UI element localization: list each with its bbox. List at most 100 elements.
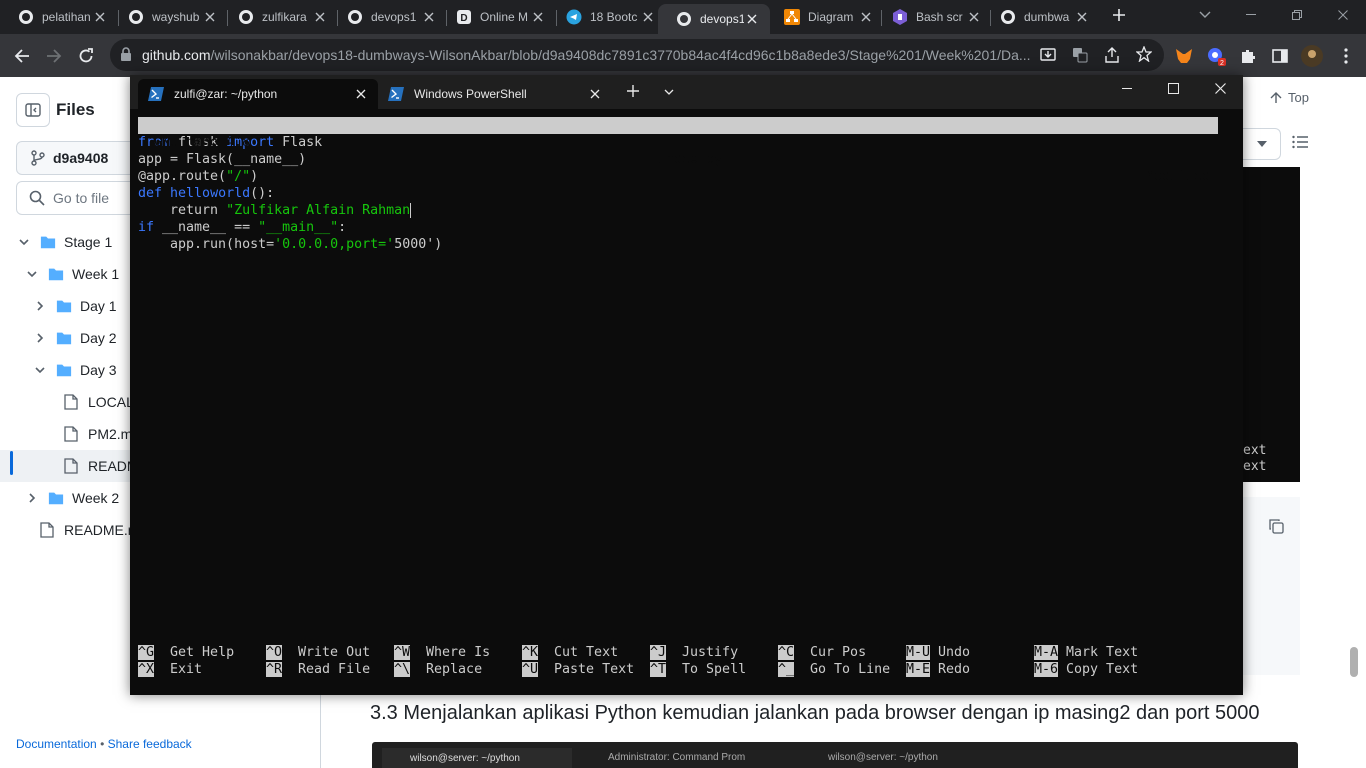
chrome-menu-button[interactable]	[1334, 44, 1358, 68]
arrow-left-icon	[14, 48, 30, 64]
chevron-down-icon[interactable]	[24, 269, 40, 279]
terminal-minimize-button[interactable]	[1122, 88, 1132, 90]
shortcut-label: Paste Text	[554, 662, 635, 677]
star-icon[interactable]	[1136, 46, 1152, 62]
extensions-button[interactable]	[1236, 44, 1260, 68]
close-icon[interactable]	[530, 9, 546, 25]
url-text[interactable]: github.com/wilsonakbar/devops18-dumbways…	[142, 47, 1031, 63]
shortcut-gap	[666, 645, 674, 660]
code-token: helloworld	[162, 186, 251, 201]
restore-button[interactable]	[1274, 0, 1320, 30]
address-bar[interactable]: github.com/wilsonakbar/devops18-dumbways…	[110, 39, 1164, 71]
shortcut-key: ^T	[650, 662, 667, 677]
nano-filename: index.py	[658, 152, 723, 167]
browser-tab-3[interactable]: devops1	[329, 4, 447, 30]
share-feedback-link[interactable]: Share feedback	[108, 737, 192, 751]
minimize-button[interactable]	[1228, 0, 1274, 30]
browser-tab-5[interactable]: 18 Bootc	[548, 4, 666, 30]
chevron-down-icon[interactable]	[32, 365, 48, 375]
git-branch-icon	[31, 150, 45, 166]
copy-button[interactable]	[1268, 518, 1284, 534]
close-icon[interactable]	[858, 9, 874, 25]
shortcut-gap	[154, 645, 162, 660]
close-icon[interactable]	[590, 89, 600, 99]
reload-icon	[78, 48, 94, 64]
code-token: if	[138, 220, 155, 235]
side-panel-button[interactable]	[1268, 44, 1292, 68]
fox-icon	[1175, 47, 1193, 65]
chevron-down-icon	[1199, 11, 1211, 19]
close-icon[interactable]	[202, 9, 218, 25]
code-token: :	[338, 220, 347, 235]
install-icon[interactable]	[1040, 47, 1056, 63]
profile-avatar[interactable]	[1300, 44, 1324, 68]
close-icon[interactable]	[744, 11, 760, 27]
documentation-link[interactable]: Documentation	[16, 737, 97, 751]
browser-tab-0[interactable]: pelatihan	[0, 4, 118, 30]
page-scrollbar-thumb[interactable]	[1350, 647, 1358, 677]
tree-item-label: PM2.m	[88, 426, 133, 442]
browser-tab-title: dumbwa	[1024, 10, 1070, 24]
chevron-right-icon[interactable]	[32, 301, 48, 311]
browser-tab-8[interactable]: Bash scr	[874, 4, 992, 30]
shortcut-label: Cur Pos	[810, 645, 867, 660]
reload-button[interactable]	[74, 44, 98, 68]
tab-search-button[interactable]	[1182, 0, 1228, 30]
back-button[interactable]	[10, 44, 34, 68]
shortcut-label: Redo	[938, 662, 971, 677]
browser-tab-strip: pelatihan wayshub zulfikara devops1 D On…	[0, 0, 1366, 34]
shortcut-label: Copy Text	[1066, 662, 1139, 677]
close-icon[interactable]	[966, 9, 982, 25]
tree-item-label: Week 2	[72, 490, 120, 506]
terminal-tab-ubuntu[interactable]: zulfi@zar: ~/python	[138, 79, 378, 109]
options-dropdown[interactable]	[1243, 128, 1281, 160]
chevron-right-icon[interactable]	[32, 333, 48, 343]
terminal-tab-powershell[interactable]: Windows PowerShell	[378, 79, 612, 109]
terminal-close-button[interactable]	[1215, 83, 1226, 94]
new-tab-button[interactable]	[1096, 0, 1142, 30]
sidebar-collapse-icon	[25, 102, 41, 118]
extension-badge[interactable]: 2	[1204, 44, 1228, 68]
powershell-icon	[388, 86, 404, 102]
close-icon[interactable]	[92, 9, 108, 25]
code-token: __name__ ==	[154, 220, 259, 235]
nano-editor[interactable]: GNU nano 4.8 index.py Modified from flas…	[138, 117, 1228, 253]
shortcut-key: ^G	[138, 645, 155, 660]
svg-text:D: D	[460, 13, 467, 24]
chevron-right-icon[interactable]	[24, 493, 40, 503]
outline-button[interactable]	[1292, 135, 1308, 149]
translate-icon[interactable]	[1072, 47, 1088, 63]
chevron-down-icon[interactable]	[16, 237, 32, 247]
metamask-extension[interactable]	[1172, 44, 1196, 68]
browser-tab-2[interactable]: zulfikara	[220, 4, 338, 30]
close-icon[interactable]	[1074, 9, 1090, 25]
forward-button[interactable]	[42, 44, 66, 68]
close-icon[interactable]	[640, 9, 656, 25]
close-icon[interactable]	[312, 9, 328, 25]
close-window-button[interactable]	[1320, 0, 1366, 30]
browser-tab-6-active[interactable]: devops1	[658, 4, 770, 34]
tree-item-label: LOCAL	[88, 394, 134, 410]
collapse-sidebar-button[interactable]	[16, 93, 50, 127]
browser-tab-4[interactable]: D Online M	[438, 4, 556, 30]
terminal-maximize-button[interactable]	[1168, 83, 1179, 94]
url-host: github.com	[142, 47, 211, 63]
browser-tab-9[interactable]: dumbwa	[982, 4, 1100, 30]
github-icon	[347, 9, 363, 25]
shortcut-item: ^C Cur Pos	[778, 644, 866, 661]
browser-tab-7[interactable]: Diagram	[766, 4, 884, 30]
go-to-file-placeholder: Go to file	[53, 190, 110, 206]
new-terminal-tab-button[interactable]	[626, 84, 640, 98]
terminal-profile-dropdown[interactable]	[664, 89, 674, 95]
arrow-right-icon	[46, 48, 62, 64]
shortcut-gap	[282, 662, 290, 677]
lock-icon[interactable]	[120, 47, 132, 61]
close-icon[interactable]	[356, 89, 366, 99]
close-icon[interactable]	[421, 9, 437, 25]
folder-icon	[56, 362, 72, 378]
terminal-tab-title: Windows PowerShell	[414, 87, 527, 101]
shortcut-item: ^G Get Help	[138, 644, 234, 661]
share-icon[interactable]	[1104, 47, 1120, 63]
browser-tab-1[interactable]: wayshub	[110, 4, 228, 30]
top-button[interactable]: Top	[1270, 90, 1309, 105]
